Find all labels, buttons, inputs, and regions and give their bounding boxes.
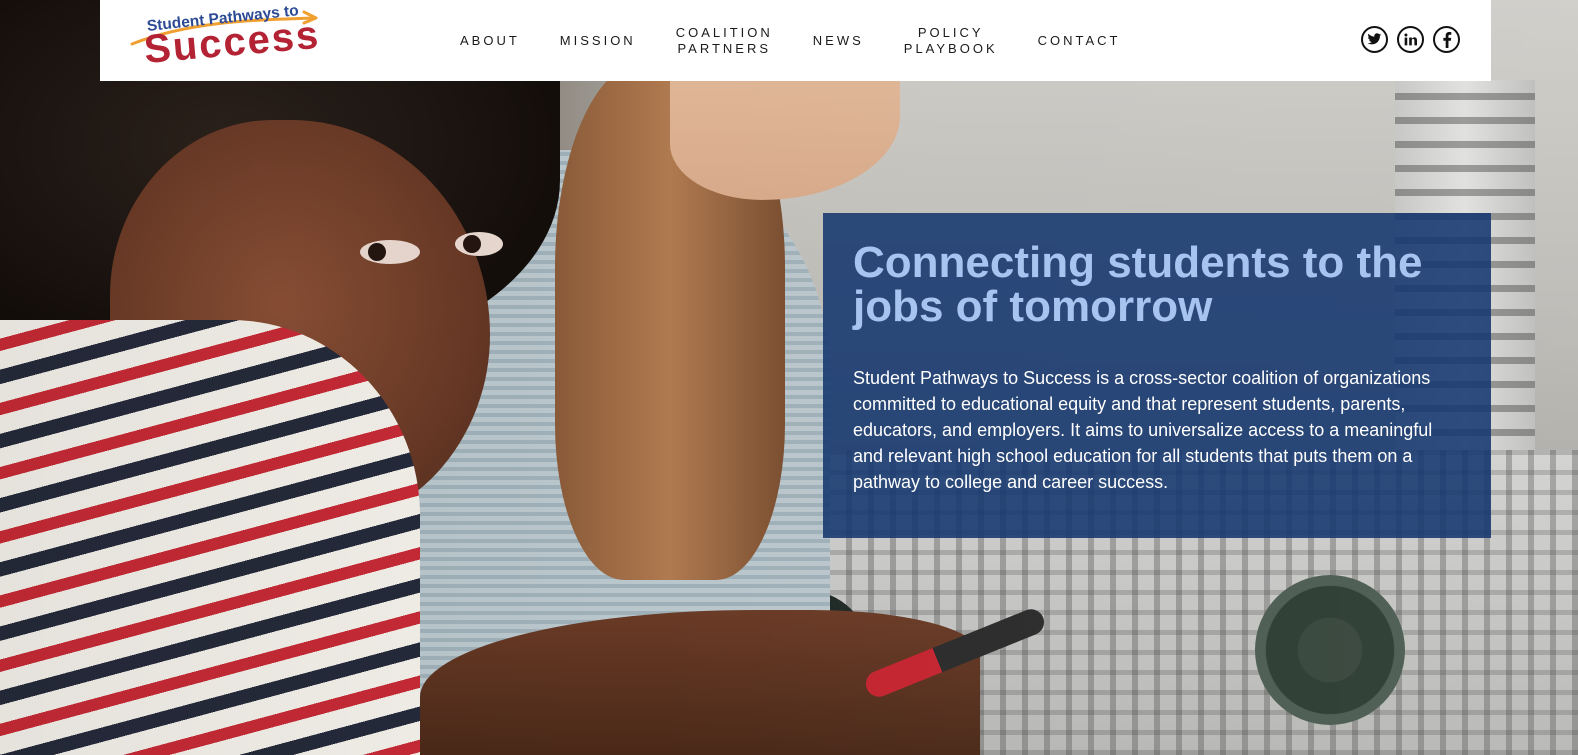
social-links (1352, 26, 1460, 53)
twitter-icon[interactable] (1361, 26, 1388, 53)
site-header: Student Pathways to Success ABOUT MISSIO… (100, 0, 1491, 81)
hero-description: Student Pathways to Success is a cross-s… (853, 368, 1433, 492)
nav-coalition-partners[interactable]: COALITION PARTNERS (676, 25, 773, 57)
hero-headline: Connecting students to the jobs of tomor… (853, 238, 1423, 331)
nav-policy-playbook[interactable]: POLICY PLAYBOOK (904, 25, 998, 57)
nav-contact[interactable]: CONTACT (1038, 33, 1121, 49)
nav-mission[interactable]: MISSION (560, 33, 636, 49)
main-nav: ABOUT MISSION COALITION PARTNERS NEWS PO… (460, 0, 1161, 81)
nav-about[interactable]: ABOUT (460, 33, 520, 49)
linkedin-icon[interactable] (1397, 26, 1424, 53)
facebook-icon[interactable] (1433, 26, 1460, 53)
nav-news[interactable]: NEWS (813, 33, 864, 49)
site-logo[interactable]: Student Pathways to Success (128, 2, 322, 74)
hero-text-panel: Connecting students to the jobs of tomor… (823, 213, 1491, 538)
